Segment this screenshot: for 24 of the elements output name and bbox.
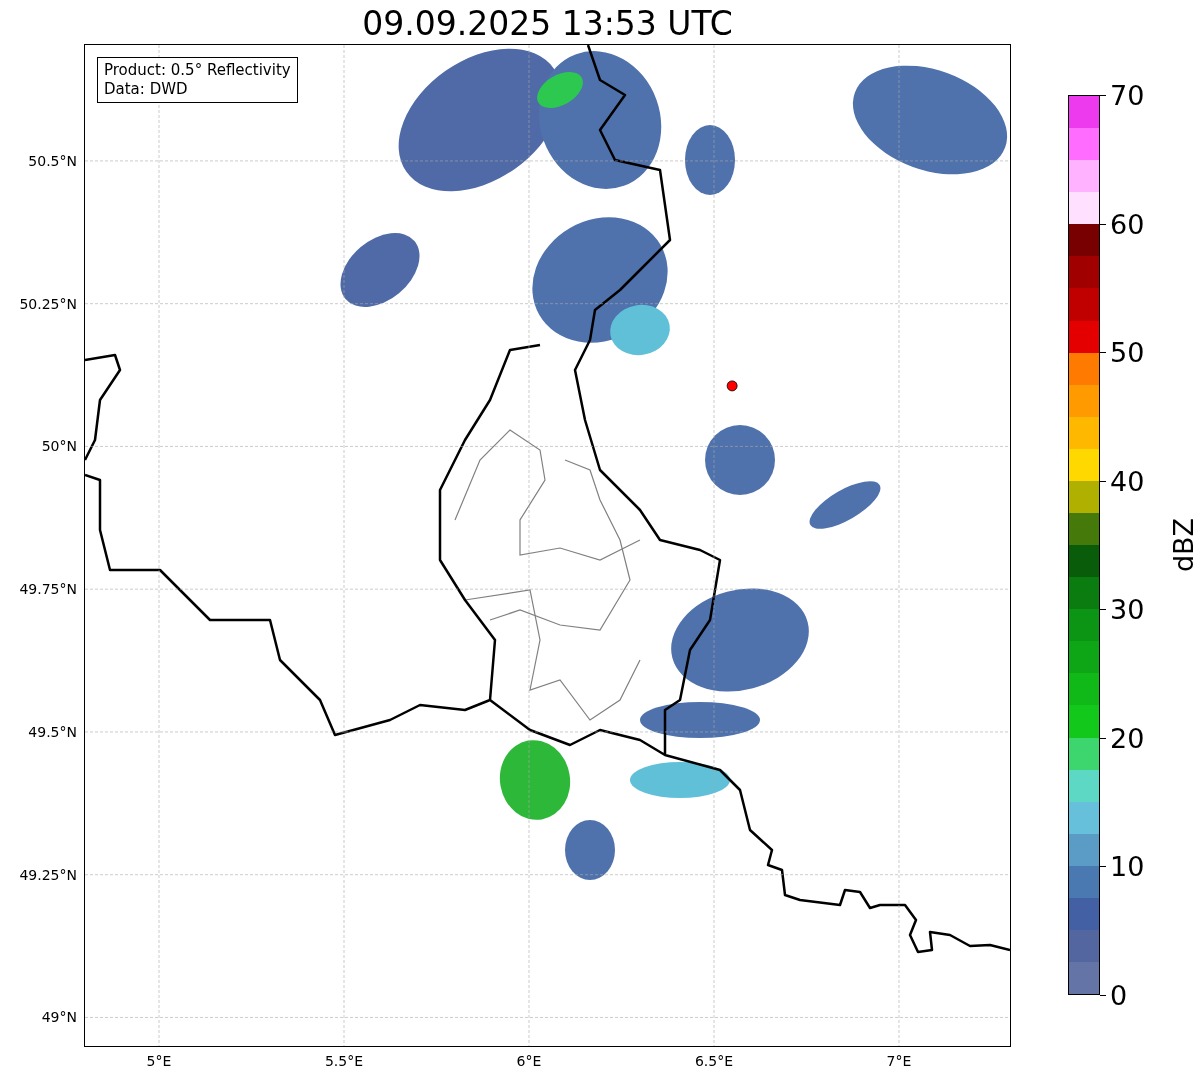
axis-tick-label: 49°N bbox=[41, 1009, 77, 1026]
info-text: Product: 0.5° Reflectivity bbox=[104, 61, 291, 80]
colorbar-tick-label: 20 bbox=[1110, 724, 1145, 752]
colorbar-tick-label: 30 bbox=[1110, 595, 1145, 623]
colorbar-tick-label: 40 bbox=[1110, 467, 1145, 495]
colorbar-tick-label: 60 bbox=[1110, 210, 1145, 238]
axis-tick-label: 6.5°E bbox=[694, 1053, 734, 1069]
colorbar-label: dBZ bbox=[1167, 517, 1199, 573]
chart-title: 09.09.2025 13:53 UTC bbox=[361, 4, 734, 43]
info-text: Data: DWD bbox=[104, 80, 189, 99]
axis-tick-label: 50°N bbox=[41, 438, 77, 455]
axis-tick-label: 50.5°N bbox=[28, 152, 77, 169]
colorbar-tick-label: 50 bbox=[1110, 338, 1145, 366]
colorbar-tick-label: 70 bbox=[1110, 81, 1145, 109]
axis-tick-label: 49.5°N bbox=[28, 723, 77, 740]
axis-tick-label: 49.75°N bbox=[19, 581, 77, 598]
axis-tick-label: 49.25°N bbox=[19, 866, 77, 883]
axis-tick-label: 5°E bbox=[146, 1053, 172, 1069]
colorbar-tick-label: 10 bbox=[1110, 852, 1145, 880]
axis-tick-label: 6°E bbox=[516, 1053, 542, 1069]
colorbar-tick-label: 0 bbox=[1110, 981, 1128, 1009]
axis-tick-label: 50.25°N bbox=[19, 295, 77, 312]
axis-tick-label: 7°E bbox=[886, 1053, 912, 1069]
axis-tick-label: 5.5°E bbox=[324, 1053, 364, 1069]
